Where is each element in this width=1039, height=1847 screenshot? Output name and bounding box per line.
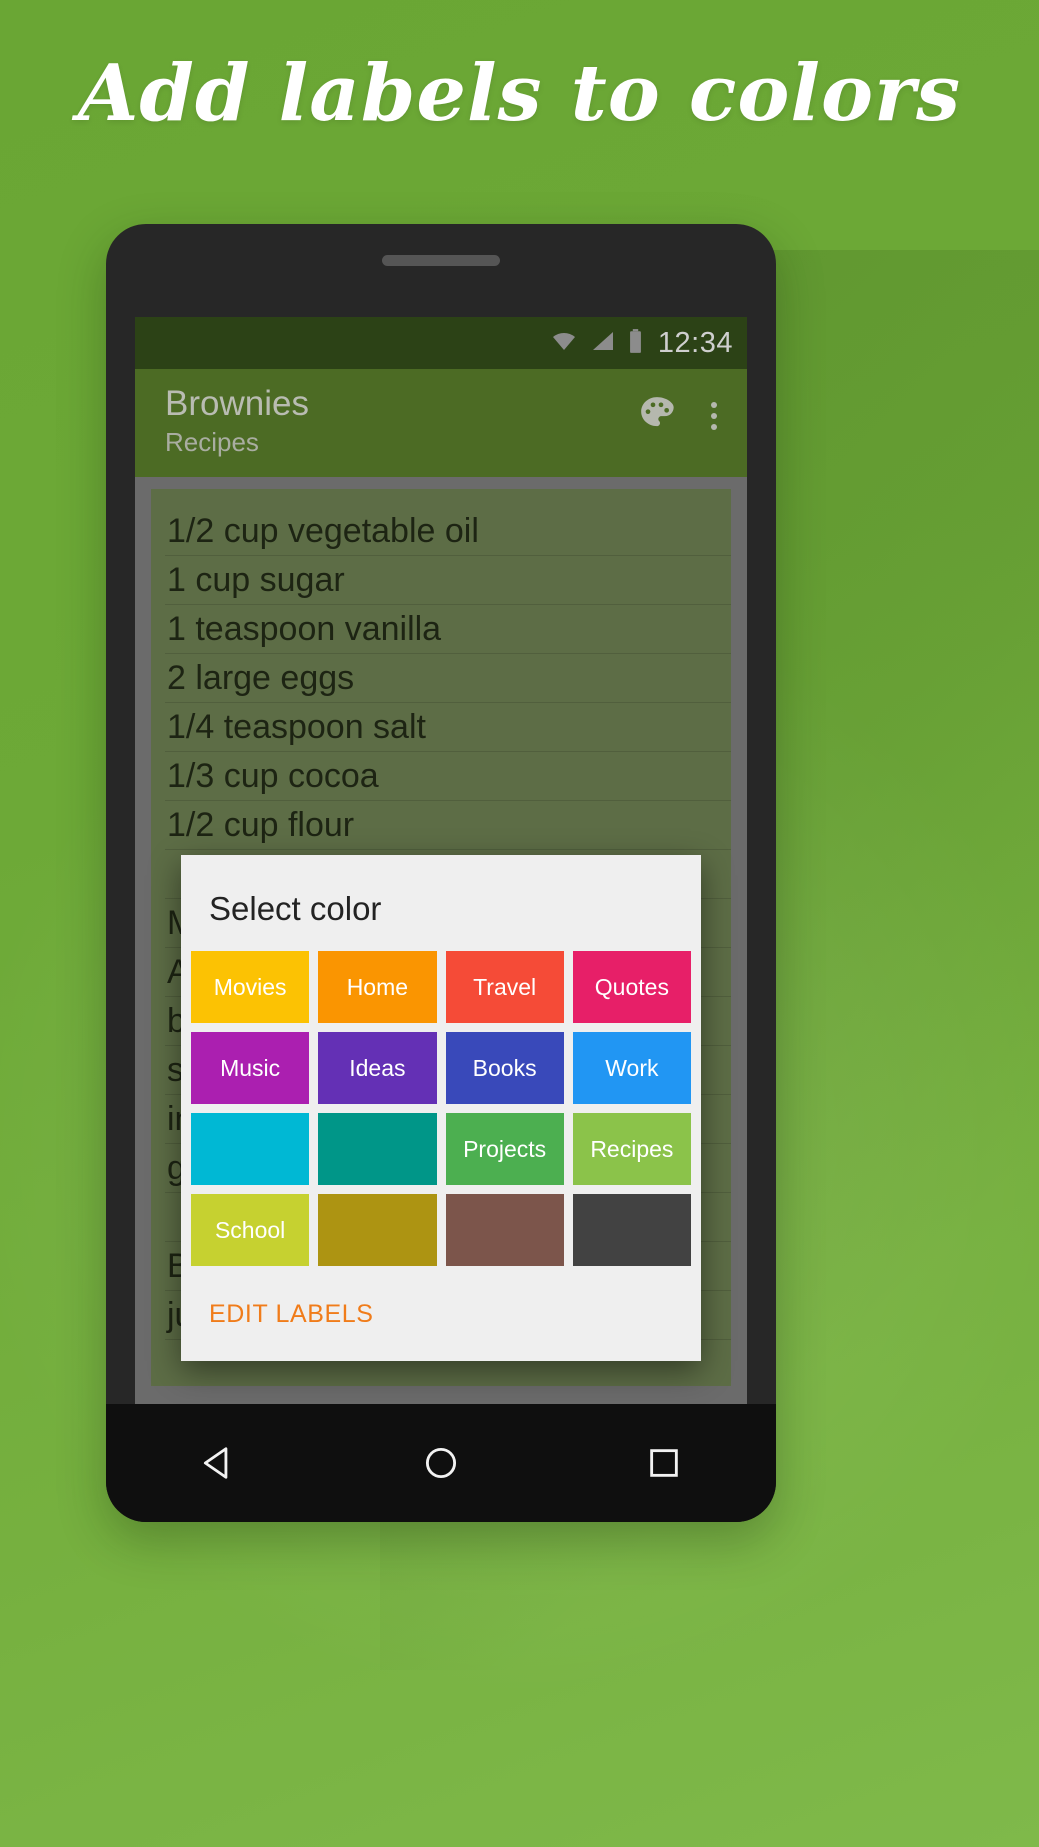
color-swatch-music[interactable]: Music	[191, 1032, 310, 1105]
color-swatch-school[interactable]: School	[191, 1194, 310, 1267]
color-swatch-unlabeled[interactable]	[572, 1194, 691, 1267]
color-swatch-unlabeled[interactable]	[318, 1194, 437, 1267]
color-swatch-recipes[interactable]: Recipes	[572, 1113, 691, 1186]
promo-headline: Add labels to colors	[77, 48, 962, 139]
color-swatch-ideas[interactable]: Ideas	[318, 1032, 437, 1105]
color-swatch-quotes[interactable]: Quotes	[572, 951, 691, 1024]
color-swatch-label: Books	[472, 1054, 537, 1081]
color-swatch-label: Work	[605, 1054, 659, 1081]
dialog-scrim[interactable]: Select color Movies Home Travel Quotes Music…	[135, 317, 747, 1404]
color-swatch-projects[interactable]: Projects	[445, 1113, 564, 1186]
phone-screen: 12:34 Brownies Recipes 1/2 cup vegetable…	[135, 317, 747, 1404]
color-swatch-unlabeled[interactable]	[318, 1113, 437, 1186]
phone-earpiece-speaker	[382, 255, 500, 266]
android-navigation-bar	[106, 1404, 776, 1522]
select-color-dialog: Select color Movies Home Travel Quotes Music…	[181, 855, 701, 1362]
color-swatch-work[interactable]: Work	[572, 1032, 691, 1105]
color-swatch-label: Travel	[473, 973, 537, 1000]
color-swatch-home[interactable]: Home	[318, 951, 437, 1024]
color-swatch-label: Projects	[463, 1135, 547, 1162]
color-swatch-label: Movies	[213, 973, 287, 1000]
back-button[interactable]	[173, 1428, 263, 1498]
color-swatch-label: Quotes	[594, 973, 669, 1000]
color-swatch-label: Recipes	[590, 1135, 674, 1162]
color-swatch-label: Music	[220, 1054, 281, 1081]
recents-button[interactable]	[619, 1428, 709, 1498]
color-swatch-books[interactable]: Books	[445, 1032, 564, 1105]
color-swatch-label: School	[214, 1216, 286, 1243]
home-button[interactable]	[396, 1428, 486, 1498]
color-swatch-unlabeled[interactable]	[191, 1113, 310, 1186]
color-swatch-label: Ideas	[349, 1054, 406, 1081]
dialog-actions: EDIT LABELS	[181, 1266, 701, 1351]
edit-labels-button[interactable]: EDIT LABELS	[209, 1300, 374, 1329]
color-swatch-travel[interactable]: Travel	[445, 951, 564, 1024]
phone-device: 12:34 Brownies Recipes 1/2 cup vegetable…	[106, 224, 776, 1522]
color-swatch-movies[interactable]: Movies	[191, 951, 310, 1024]
color-swatch-unlabeled[interactable]	[445, 1194, 564, 1267]
color-swatch-grid: Movies Home Travel Quotes Music Ideas Books Wor…	[181, 951, 701, 1267]
color-swatch-label: Home	[346, 973, 409, 1000]
dialog-title: Select color	[209, 890, 382, 927]
